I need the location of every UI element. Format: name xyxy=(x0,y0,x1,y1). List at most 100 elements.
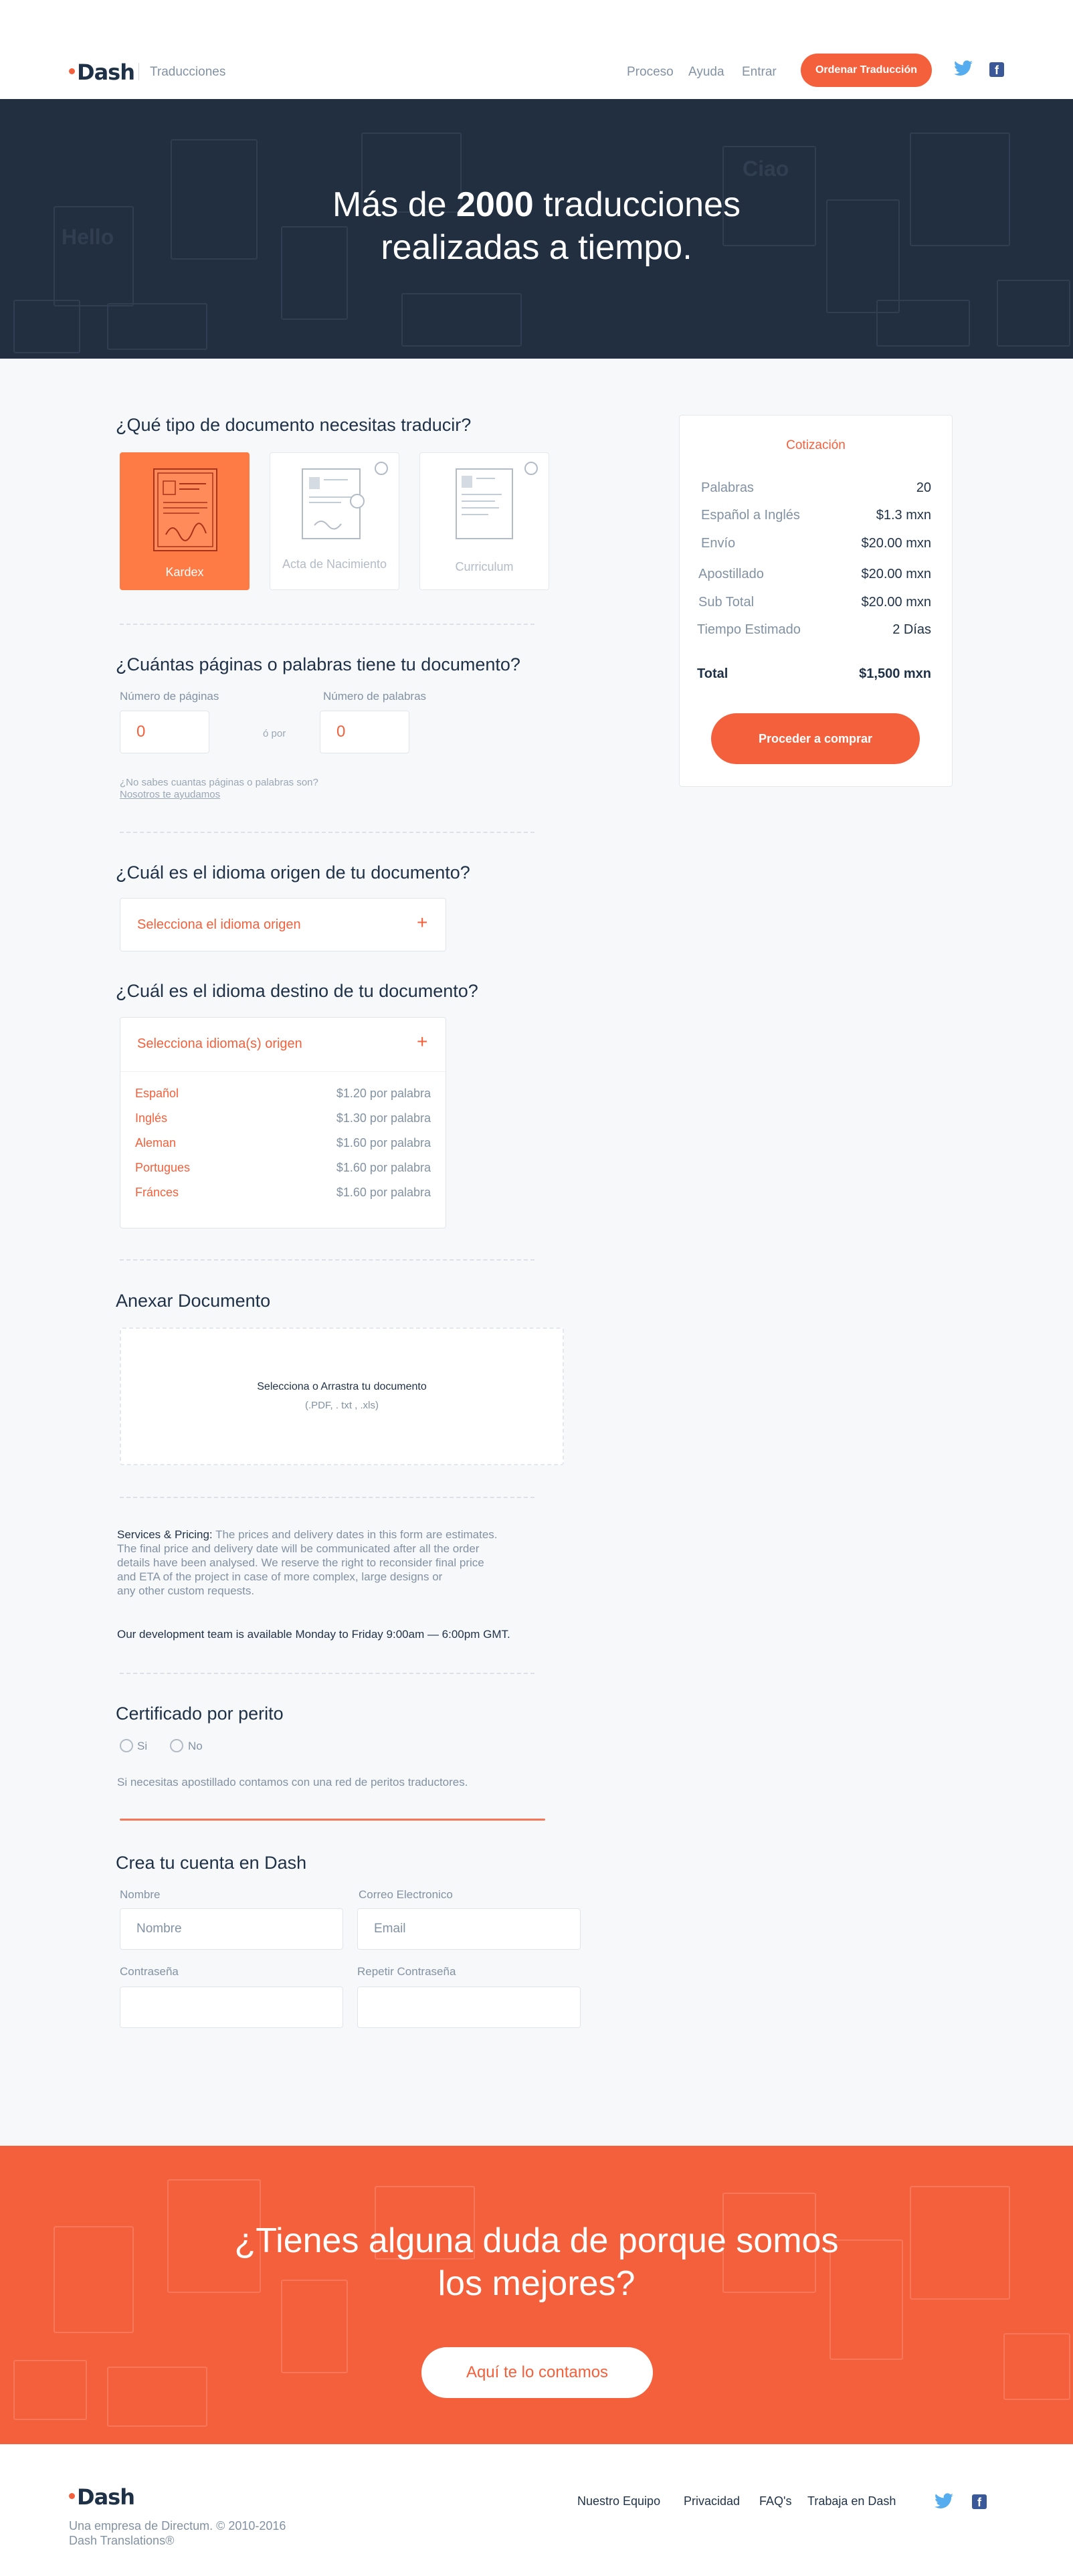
section-divider xyxy=(120,1259,534,1261)
plus-icon: + xyxy=(417,1031,428,1052)
cta-title: ¿Tienes alguna duda de porque somos los m… xyxy=(234,2221,839,2303)
doodle-doc xyxy=(54,206,134,306)
proceed-to-buy-button[interactable]: Proceder a comprar xyxy=(711,713,920,764)
divider xyxy=(120,1071,446,1072)
hero-banner: Hello Ciao Más de 2000 traducciones reali… xyxy=(0,99,1073,359)
quote-value: $20.00 mxn xyxy=(861,567,931,581)
nav-entrar[interactable]: Entrar xyxy=(742,65,777,80)
cta-banner: ¿Tienes alguna duda de porque somos los m… xyxy=(0,2146,1073,2444)
logo-dot-icon xyxy=(69,68,75,74)
target-select-text: Selecciona idioma(s) origen xyxy=(137,1036,302,1051)
dropzone-formats: (.PDF, . txt , .xls) xyxy=(304,1400,379,1411)
quote-panel: Cotización Palabras 20 Español a Inglés … xyxy=(679,415,953,787)
lang-option-aleman[interactable]: Aleman xyxy=(135,1136,176,1150)
company-brand-text: Dash Translations® xyxy=(69,2534,175,2547)
file-dropzone[interactable]: Selecciona o Arrastra tu documento (.PDF… xyxy=(120,1327,564,1465)
radio-yes[interactable] xyxy=(120,1739,133,1752)
doc-card-label: Curriculum xyxy=(455,560,514,573)
name-input[interactable]: Nombre xyxy=(120,1908,343,1950)
divider xyxy=(138,63,139,80)
hero-title: Más de 2000 traducciones realizadas a tie… xyxy=(332,185,741,267)
help-link[interactable]: Nosotros te ayudamos xyxy=(120,789,220,800)
email-label: Correo Electronico xyxy=(359,1888,453,1901)
email-input[interactable]: Email xyxy=(357,1908,581,1950)
lang-option-ingles[interactable]: Inglés xyxy=(135,1111,167,1125)
origin-language-select[interactable]: Selecciona el idioma origen + xyxy=(120,898,446,951)
attach-title: Anexar Documento xyxy=(116,1291,271,1311)
orange-divider xyxy=(120,1819,545,1821)
doodle-doc xyxy=(107,2367,207,2427)
twitter-icon[interactable] xyxy=(935,2493,953,2512)
words-label: Número de palabras xyxy=(323,690,427,703)
lang-price: $1.30 por palabra xyxy=(336,1111,431,1125)
origin-select-text: Selecciona el idioma origen xyxy=(137,917,301,932)
quote-label: Sub Total xyxy=(698,595,755,610)
footer-link-team[interactable]: Nuestro Equipo xyxy=(577,2494,660,2508)
account-title: Crea tu cuenta en Dash xyxy=(116,1853,307,1873)
footer-link-faq[interactable]: FAQ's xyxy=(759,2494,791,2508)
nav-proceso[interactable]: Proceso xyxy=(627,65,674,80)
cert-title: Certificado por perito xyxy=(116,1704,284,1724)
doodle-doc xyxy=(107,303,207,350)
section-divider xyxy=(120,832,534,833)
pages-label: Número de páginas xyxy=(120,690,219,703)
origin-title: ¿Cuál es el idioma origen de tu document… xyxy=(116,862,470,883)
name-label: Nombre xyxy=(120,1888,161,1901)
lang-option-frances[interactable]: Fránces xyxy=(135,1186,179,1200)
doodle-doc xyxy=(910,132,1010,246)
pages-title: ¿Cuántas páginas o palabras tiene tu doc… xyxy=(116,654,520,674)
lang-price: $1.60 por palabra xyxy=(336,1136,431,1149)
doc-card-curriculum[interactable]: Curriculum xyxy=(419,452,549,590)
footer-link-jobs[interactable]: Trabaja en Dash xyxy=(807,2494,896,2508)
password-input[interactable] xyxy=(120,1987,343,2028)
facebook-icon[interactable]: f xyxy=(972,2494,987,2509)
section-divider xyxy=(120,1673,534,1674)
doodle-doc xyxy=(13,300,80,353)
quote-title: Cotización xyxy=(786,438,846,452)
target-title: ¿Cuál es el idioma destino de tu documen… xyxy=(116,981,478,1001)
pages-input[interactable]: 0 xyxy=(120,711,209,753)
quote-value: 2 Días xyxy=(892,622,931,637)
quote-value: $20.00 mxn xyxy=(861,595,931,610)
curriculum-doc-icon xyxy=(456,468,513,539)
doodle-hello: Hello xyxy=(62,225,114,249)
repeat-password-input[interactable] xyxy=(357,1987,581,2028)
nav-ayuda[interactable]: Ayuda xyxy=(688,65,724,80)
site-footer: Dash Una empresa de Directum. © 2010-201… xyxy=(0,2444,1073,2576)
quote-label: Apostillado xyxy=(698,567,764,581)
dash-logo[interactable]: Dash xyxy=(69,60,135,85)
doodle-doc xyxy=(997,280,1070,347)
footer-logo[interactable]: Dash xyxy=(69,2484,135,2510)
doodle-ciao: Ciao xyxy=(743,157,789,181)
lang-option-portugues[interactable]: Portugues xyxy=(135,1161,190,1175)
lang-price: $1.20 por palabra xyxy=(336,1087,431,1100)
section-divider xyxy=(120,1497,534,1498)
certificate-doc-icon xyxy=(302,468,365,539)
quote-total-label: Total xyxy=(697,666,728,681)
doodle-doc xyxy=(54,2226,134,2333)
twitter-icon[interactable] xyxy=(954,60,973,81)
learn-more-button[interactable]: Aquí te lo contamos xyxy=(421,2347,653,2398)
doodle-doc xyxy=(401,293,522,347)
kardex-doc-icon xyxy=(153,468,217,551)
radio-yes-label: Si xyxy=(137,1740,148,1752)
doc-card-kardex[interactable]: Kardex xyxy=(120,452,250,590)
quote-total-value: $1,500 mxn xyxy=(859,666,931,681)
pricing-terms: Services & Pricing: The prices and deliv… xyxy=(117,1528,498,1597)
order-translation-button[interactable]: Ordenar Traducción xyxy=(801,54,932,87)
doc-card-acta[interactable]: Acta de Nacimiento xyxy=(270,452,399,590)
quote-value: $1.3 mxn xyxy=(876,508,931,523)
lang-option-espanol[interactable]: Español xyxy=(135,1087,179,1101)
facebook-icon[interactable]: f xyxy=(989,62,1004,77)
quote-value: 20 xyxy=(916,480,931,495)
target-language-select[interactable]: Selecciona idioma(s) origen + Español $1… xyxy=(120,1017,446,1228)
section-divider xyxy=(120,624,534,625)
radio-no[interactable] xyxy=(170,1739,183,1752)
help-text: ¿No sabes cuantas páginas o palabras son… xyxy=(120,777,318,788)
plus-icon: + xyxy=(417,912,428,933)
cert-note: Si necesitas apostillado contamos con un… xyxy=(117,1776,468,1788)
doctype-title: ¿Qué tipo de documento necesitas traduci… xyxy=(116,415,472,435)
doc-card-label: Acta de Nacimiento xyxy=(282,557,387,571)
footer-link-privacy[interactable]: Privacidad xyxy=(684,2494,740,2508)
words-input[interactable]: 0 xyxy=(320,711,409,753)
